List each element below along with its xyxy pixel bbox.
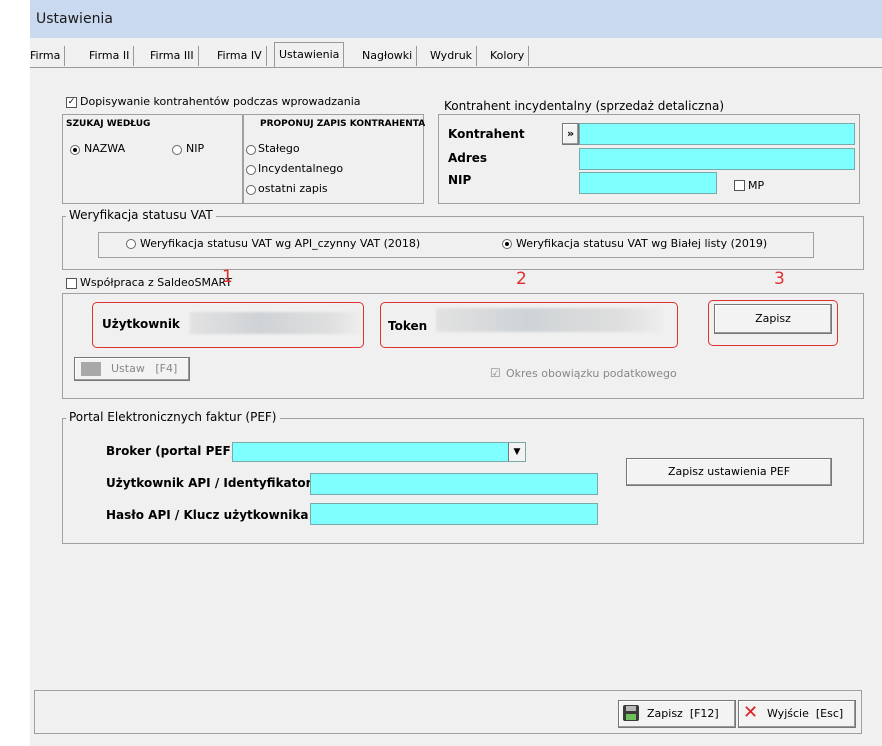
tab-ustawienia[interactable]: Ustawienia [274, 42, 345, 68]
incidental-contractor-label: Kontrahent [448, 127, 525, 141]
close-icon: ✕ [743, 702, 759, 723]
search-name-radio[interactable] [70, 145, 80, 155]
tab-bar: Firma Firma II Firma III Firma IV Ustawi… [30, 42, 882, 68]
annotation-number-2: 2 [516, 269, 527, 289]
chevron-down-icon[interactable]: ▼ [508, 443, 525, 461]
footer-exit-button[interactable]: ✕ Wyjście [Esc] [738, 700, 856, 728]
search-by-title: SZUKAJ WEDŁUG [66, 119, 151, 129]
footer-save-button[interactable]: Zapisz [F12] [618, 700, 736, 728]
pef-api-key-field[interactable] [310, 503, 598, 525]
pef-save-button[interactable]: Zapisz ustawienia PEF [626, 458, 832, 486]
tab-firma-3[interactable]: Firma III [146, 46, 199, 66]
pef-group-title: Portal Elektronicznych faktur (PEF) [66, 410, 280, 424]
propose-incydentalnego-label: Incydentalnego [258, 162, 344, 175]
incidental-address-field[interactable] [579, 148, 855, 170]
vat-api-label: Weryfikacja statusu VAT wg API_czynny VA… [140, 237, 421, 250]
propose-title: PROPONUJ ZAPIS KONTRAHENTA [260, 119, 426, 129]
saldeo-set-label: Ustaw [F4] [111, 362, 178, 375]
tab-naglowki[interactable]: Nagłowki [358, 46, 418, 66]
propose-incydentalnego-radio[interactable] [246, 165, 256, 175]
incidental-nip-field[interactable] [579, 172, 717, 194]
window-title: Ustawienia [30, 0, 882, 38]
propose-stalego-radio[interactable] [246, 145, 256, 155]
saldeo-set-button[interactable]: Ustaw [F4] [74, 357, 190, 381]
tab-kolory[interactable]: Kolory [486, 46, 530, 66]
incidental-nip-label: NIP [448, 173, 472, 187]
append-contractors-checkbox[interactable]: ✓ [66, 97, 77, 108]
search-nip-label: NIP [186, 142, 205, 155]
saldeo-label: Współpraca z SaldeoSMART [80, 276, 233, 289]
settings-window: Ustawienia Firma Firma II Firma III Firm… [30, 0, 882, 746]
set-icon [81, 362, 101, 376]
vat-whitelist-radio[interactable] [502, 239, 512, 249]
incidental-address-label: Adres [448, 151, 488, 165]
pef-broker-label: Broker (portal PEF) [106, 444, 237, 458]
pef-api-user-label: Użytkownik API / Identyfikator [106, 476, 312, 490]
annotation-box-2 [380, 302, 678, 348]
vat-api-radio[interactable] [126, 239, 136, 249]
annotation-box-3 [708, 300, 838, 346]
propose-stalego-label: Stałego [258, 142, 300, 155]
saldeo-checkbox[interactable] [66, 278, 77, 289]
save-icon [623, 705, 639, 721]
propose-last-radio[interactable] [246, 185, 256, 195]
vat-group-title: Weryfikacja statusu VAT [66, 208, 216, 222]
contractor-select-button[interactable]: » [562, 123, 579, 145]
footer-exit-label: Wyjście [Esc] [767, 707, 844, 720]
search-name-label: NAZWA [84, 142, 126, 155]
propose-last-label: ostatni zapis [258, 182, 328, 195]
annotation-number-1: 1 [222, 267, 233, 287]
pef-api-user-field[interactable] [310, 473, 598, 495]
tab-divider [30, 67, 882, 68]
tab-wydruk[interactable]: Wydruk [426, 46, 478, 66]
tax-period-label: Okres obowiązku podatkowego [506, 367, 677, 380]
footer-save-label: Zapisz [F12] [647, 707, 719, 720]
incidental-contractor-field[interactable] [579, 123, 855, 145]
annotation-box-1 [92, 302, 364, 348]
search-nip-radio[interactable] [172, 145, 182, 155]
mp-checkbox[interactable] [734, 180, 745, 191]
pef-broker-select[interactable]: ▼ [232, 442, 526, 462]
tab-firma-2[interactable]: Firma II [85, 46, 135, 66]
incidental-title: Kontrahent incydentalny (sprzedaż detali… [444, 99, 724, 113]
tax-period-checkbox[interactable]: ☑ [490, 366, 501, 380]
pef-api-key-label: Hasło API / Klucz użytkownika [106, 508, 309, 522]
annotation-number-3: 3 [774, 269, 785, 289]
tab-firma[interactable]: Firma [0, 46, 66, 66]
vat-whitelist-label: Weryfikacja statusu VAT wg Białej listy … [516, 237, 768, 250]
append-contractors-label: Dopisywanie kontrahentów podczas wprowad… [80, 95, 361, 108]
mp-label: MP [748, 179, 765, 192]
tab-firma-4[interactable]: Firma IV [213, 46, 267, 66]
